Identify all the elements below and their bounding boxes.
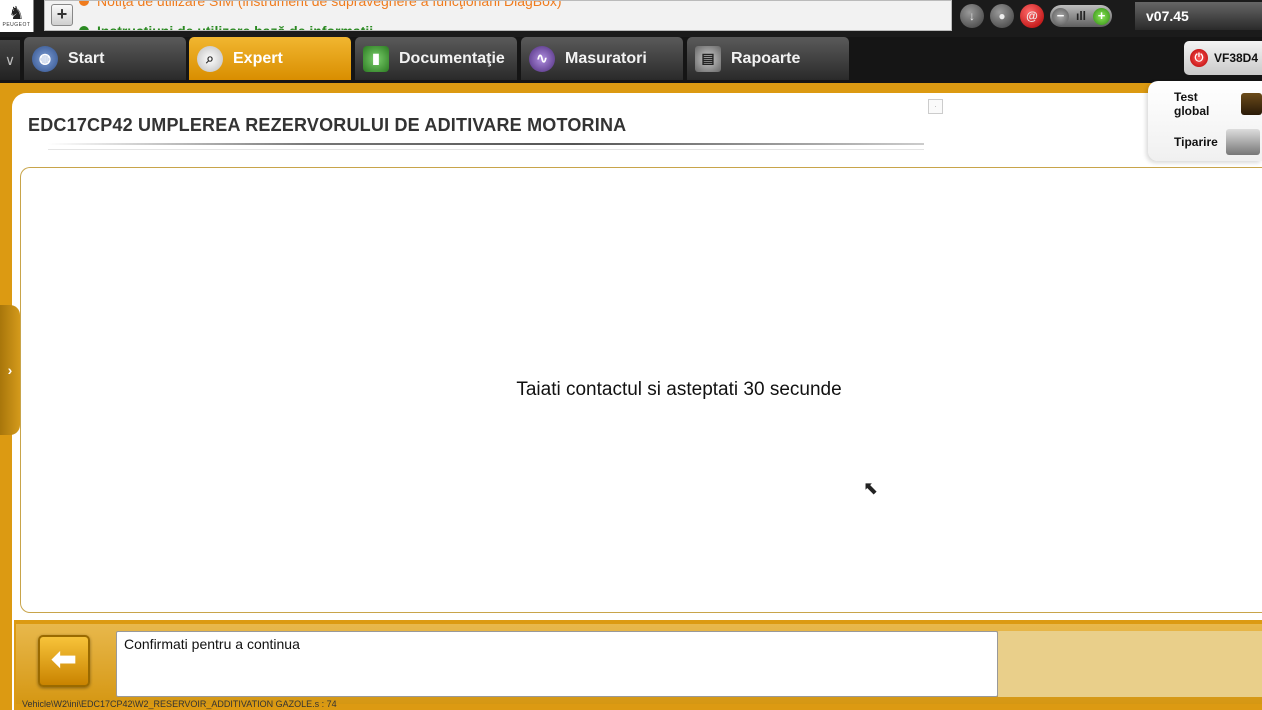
print-button[interactable]: Tiparire xyxy=(1174,129,1260,155)
notification-sim[interactable]: Notiţa de utilizare SIM (instrument de s… xyxy=(79,0,562,9)
tab-rapoarte[interactable]: ▤ Rapoarte xyxy=(687,37,849,80)
tab-expert-label: Expert xyxy=(233,49,283,67)
tab-bar: ∨ ◍ Start ⌕ Expert ▮ Documentaţie ∿ Masu… xyxy=(0,37,1262,83)
footer-bar: ⬅ Confirmati pentru a continua Vehicle\W… xyxy=(14,620,1262,710)
vehicle-vin-label: VF38D4 xyxy=(1214,51,1259,65)
peugeot-logo: ♞ PEUGEOT xyxy=(0,0,34,32)
diagbox-window: ♞ PEUGEOT + Notiţa de utilizare SIM (ins… xyxy=(0,0,1262,710)
download-icon[interactable]: ↓ xyxy=(960,4,984,28)
close-icon[interactable]: · xyxy=(928,99,943,114)
instruction-message: Taiati contactul si asteptati 30 secunde xyxy=(516,379,842,400)
info-dot-icon xyxy=(79,26,89,30)
minus-icon[interactable]: − xyxy=(1052,7,1069,25)
title-divider-secondary xyxy=(48,149,924,150)
title-divider xyxy=(48,143,924,145)
version-label: v07.45 xyxy=(1135,2,1262,30)
vehicle-button[interactable]: ⏻ VF38D4 xyxy=(1184,41,1262,75)
test-global-icon xyxy=(1241,93,1262,115)
toolbar-icons: ↓ ● @ − ıll + xyxy=(960,3,1112,29)
tab-masuratori-label: Masuratori xyxy=(565,49,647,67)
side-drawer-handle[interactable]: › xyxy=(0,305,20,435)
script-path: Vehicle\W2\ini\EDC17CP42\W2_RESERVOIR_AD… xyxy=(22,699,337,709)
test-global-button[interactable]: Test global xyxy=(1174,90,1262,118)
footer-inner: ⬅ Confirmati pentru a continua xyxy=(16,624,1262,704)
tab-documentatie[interactable]: ▮ Documentaţie xyxy=(355,37,517,80)
email-icon[interactable]: @ xyxy=(1020,4,1044,28)
power-icon: ⏻ xyxy=(1190,49,1208,67)
tab-start[interactable]: ◍ Start xyxy=(24,37,186,80)
chevron-down-icon[interactable]: ∨ xyxy=(0,40,20,80)
side-panel: Test global Tiparire xyxy=(1148,81,1262,161)
top-bar: ♞ PEUGEOT + Notiţa de utilizare SIM (ins… xyxy=(0,0,1262,37)
tab-documentatie-label: Documentaţie xyxy=(399,49,505,67)
test-global-label: Test global xyxy=(1174,90,1210,118)
plus-icon[interactable]: + xyxy=(1092,7,1110,25)
printer-icon xyxy=(1225,129,1260,155)
tab-masuratori[interactable]: ∿ Masuratori xyxy=(521,37,683,80)
message-box: Taiati contactul si asteptati 30 secunde… xyxy=(20,167,1262,613)
user-icon[interactable]: ● xyxy=(990,4,1014,28)
level-bars-icon: ıll xyxy=(1075,9,1086,23)
print-label: Tiparire xyxy=(1174,135,1218,149)
notification-info-base-label: Instrucţiuni de utilizare bază de inform… xyxy=(97,23,374,31)
notification-info-base[interactable]: Instrucţiuni de utilizare bază de inform… xyxy=(79,23,374,31)
volume-control[interactable]: − ıll + xyxy=(1050,5,1112,27)
expand-notifications-button[interactable]: + xyxy=(51,4,73,26)
content-panel: EDC17CP42 UMPLEREA REZERVORULUI DE ADITI… xyxy=(12,81,1262,710)
tab-rapoarte-label: Rapoarte xyxy=(731,49,801,67)
main-area: EDC17CP42 UMPLEREA REZERVORULUI DE ADITI… xyxy=(0,81,1262,710)
waveform-icon: ∿ xyxy=(529,45,555,72)
lion-icon: ♞ xyxy=(8,3,25,23)
tab-start-label: Start xyxy=(68,49,105,67)
logo-brand: PEUGEOT xyxy=(2,22,31,28)
warning-dot-icon xyxy=(79,1,89,6)
globe-icon: ◍ xyxy=(32,45,58,72)
confirm-message-field: Confirmati pentru a continua xyxy=(116,631,998,697)
chevron-right-icon: › xyxy=(7,362,13,378)
tab-expert[interactable]: ⌕ Expert xyxy=(189,37,351,80)
back-button[interactable]: ⬅ xyxy=(38,635,90,687)
notification-sim-label: Notiţa de utilizare SIM (instrument de s… xyxy=(97,0,562,9)
mouse-cursor-icon: ⬉ xyxy=(863,478,879,498)
book-icon: ▮ xyxy=(363,45,389,72)
page-title: EDC17CP42 UMPLEREA REZERVORULUI DE ADITI… xyxy=(28,115,627,135)
notification-panel: + Notiţa de utilizare SIM (instrument de… xyxy=(44,0,952,31)
report-icon: ▤ xyxy=(695,45,721,72)
footer-right-area xyxy=(998,631,1262,697)
magnifier-icon: ⌕ xyxy=(197,45,223,72)
